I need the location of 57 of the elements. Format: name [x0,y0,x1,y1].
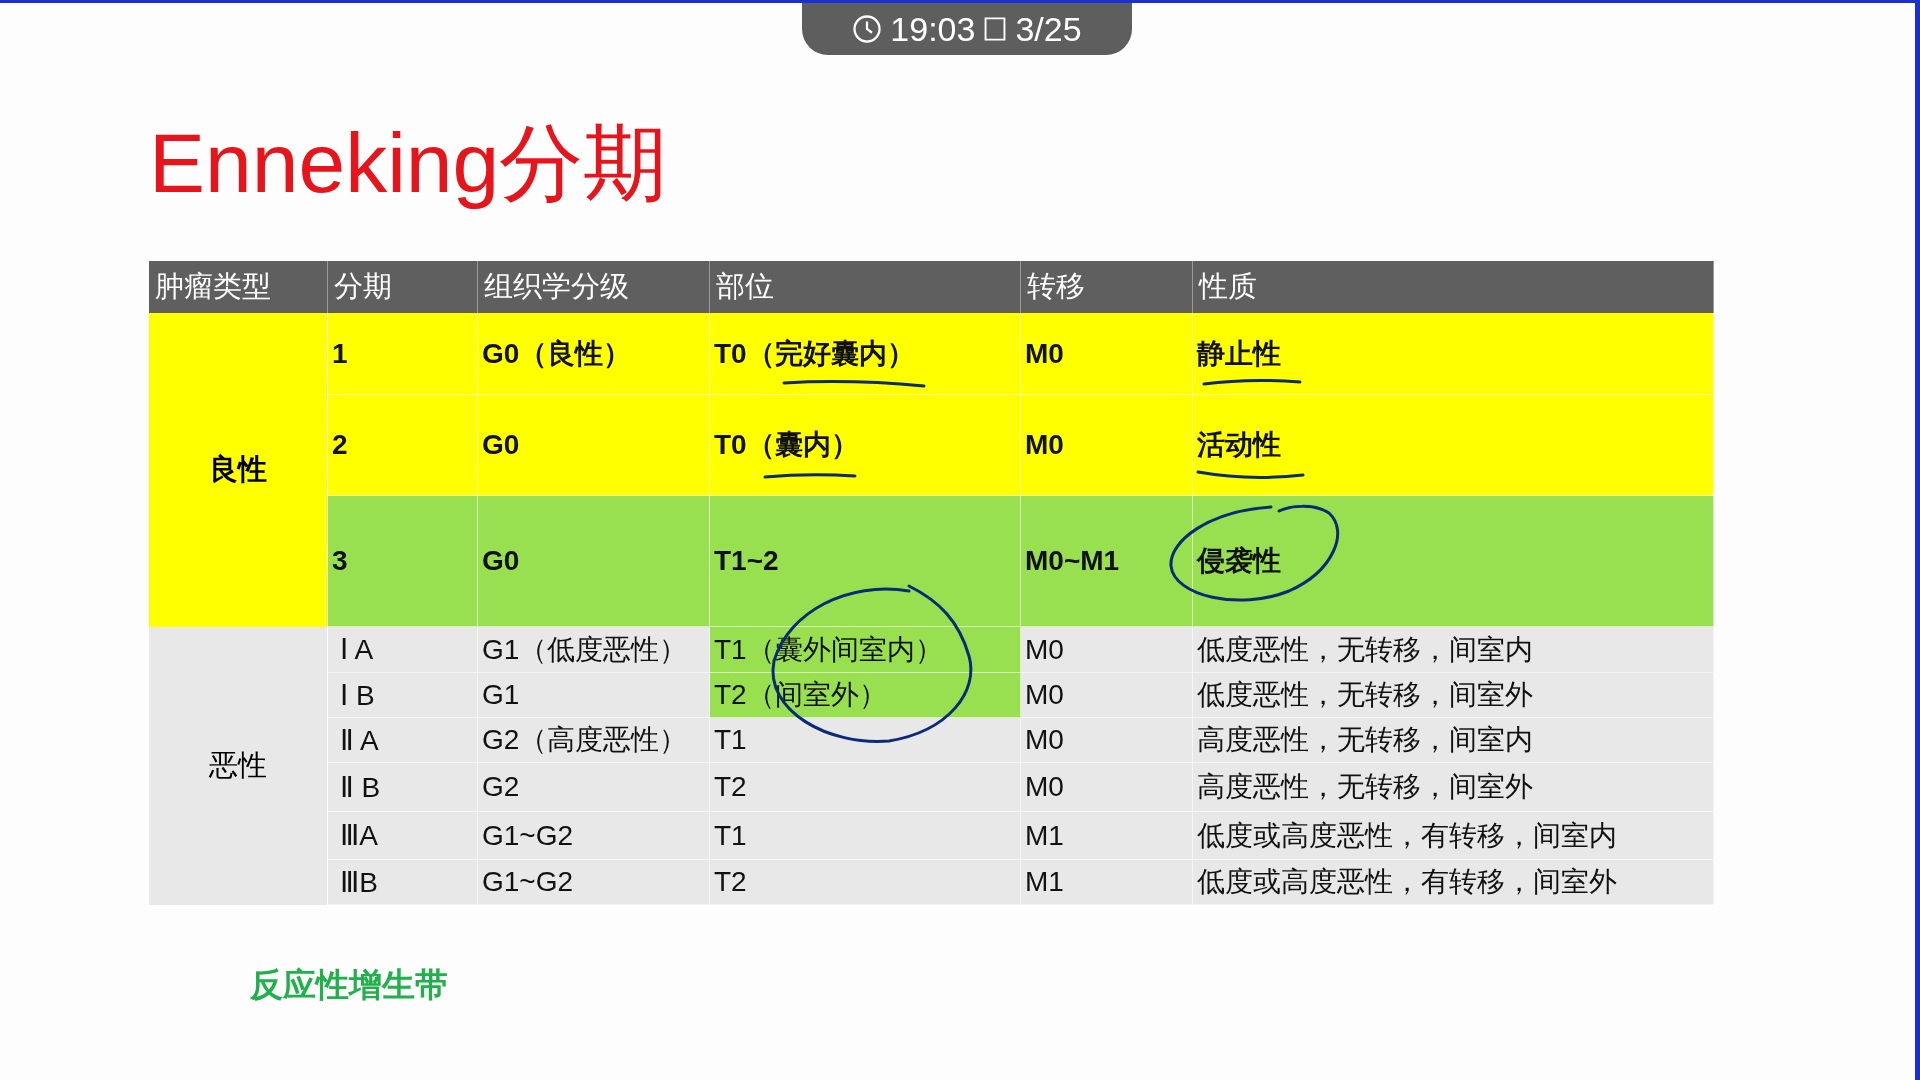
page-icon [983,16,1008,42]
column-header: 转移 [1021,261,1193,313]
slide-title: Enneking分期 [149,115,669,212]
footnote-text: 反应性增生带 [250,965,449,1005]
site-cell: T1~2 [710,496,1021,627]
grade-cell: G2 [478,763,710,812]
site-cell: T1 [710,812,1021,860]
column-header: 部位 [710,261,1021,313]
nature-cell: 低度或高度恶性，有转移，间室内 [1193,812,1714,860]
grade-cell: G1 [478,673,710,718]
stage-cell: 1 [328,313,478,395]
stage-cell: Ⅰ A [328,627,478,673]
site-cell: T2 [710,860,1021,905]
site-cell: T1 [710,718,1021,763]
site-cell: T0（完好囊内） [710,313,1021,395]
nature-cell: 活动性 [1193,395,1714,496]
nature-cell: 低度或高度恶性，有转移，间室外 [1193,860,1714,905]
column-header: 肿瘤类型 [149,261,328,313]
metastasis-cell: M1 [1021,812,1193,860]
column-header: 分期 [328,261,478,313]
nature-cell: 高度恶性，无转移，间室外 [1193,763,1714,812]
column-header: 性质 [1193,261,1714,313]
nature-cell: 低度恶性，无转移，间室内 [1193,627,1714,673]
metastasis-cell: M0 [1021,763,1193,812]
grade-cell: G0（良性） [478,313,710,395]
stage-cell: ⅢA [328,812,478,860]
nature-cell: 高度恶性，无转移，间室内 [1193,718,1714,763]
stage-cell: ⅢB [328,860,478,905]
metastasis-cell: M0~M1 [1021,496,1193,627]
grade-cell: G1~G2 [478,812,710,860]
grade-cell: G1~G2 [478,860,710,905]
clock-icon [852,14,883,44]
time-text: 19:03 [890,9,976,49]
metastasis-cell: M1 [1021,860,1193,905]
grade-cell: G0 [478,496,710,627]
metastasis-cell: M0 [1021,313,1193,395]
stage-cell: 3 [328,496,478,627]
tumor-type-cell: 恶性 [149,627,328,905]
grade-cell: G2（高度恶性） [478,718,710,763]
stage-cell: Ⅱ A [328,718,478,763]
metastasis-cell: M0 [1021,395,1193,496]
stage-cell: Ⅱ B [328,763,478,812]
nature-cell: 低度恶性，无转移，间室外 [1193,673,1714,718]
metastasis-cell: M0 [1021,718,1193,763]
metastasis-cell: M0 [1021,627,1193,673]
site-cell: T0（囊内） [710,395,1021,496]
column-header: 组织学分级 [478,261,710,313]
stage-cell: 2 [328,395,478,496]
nature-cell: 侵袭性 [1193,496,1714,627]
nature-cell: 静止性 [1193,313,1714,395]
metastasis-cell: M0 [1021,673,1193,718]
stage-cell: Ⅰ B [328,673,478,718]
tumor-type-cell: 良性 [149,313,328,627]
grade-cell: G0 [478,395,710,496]
site-cell: T2 [710,763,1021,812]
grade-cell: G1（低度恶性） [478,627,710,673]
page-count-text: 3/25 [1015,9,1082,49]
